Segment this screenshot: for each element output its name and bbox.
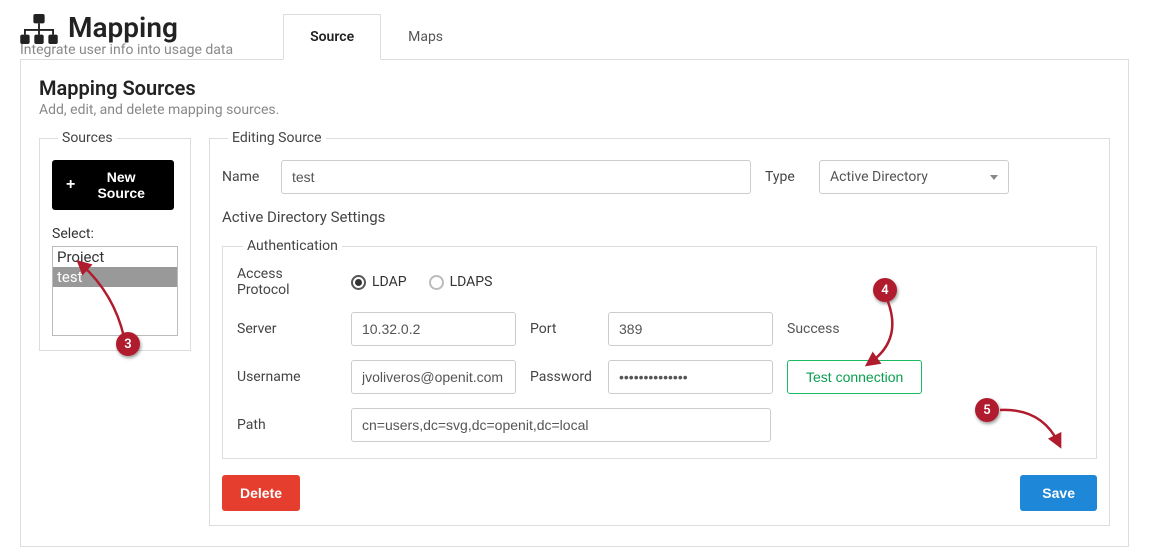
path-input[interactable] [351, 408, 771, 442]
page-subtitle: Integrate user info into usage data [20, 42, 233, 58]
radio-ldap-label: LDAP [372, 274, 407, 290]
username-input[interactable] [351, 360, 516, 394]
server-label: Server [237, 321, 337, 337]
tab-maps[interactable]: Maps [381, 14, 470, 60]
password-input[interactable] [608, 360, 773, 394]
sources-fieldset: Sources + New Source Select: Project tes… [39, 130, 191, 351]
page-title: Mapping [68, 11, 178, 44]
path-label: Path [237, 417, 337, 433]
name-input[interactable] [281, 160, 751, 194]
save-button[interactable]: Save [1020, 475, 1097, 511]
new-source-button[interactable]: + New Source [52, 160, 174, 210]
type-label: Type [765, 169, 805, 185]
tabs: Source Maps [283, 14, 470, 60]
editing-fieldset: Editing Source Name Type Active Director… [209, 130, 1110, 526]
name-label: Name [222, 169, 267, 185]
delete-button[interactable]: Delete [222, 475, 300, 511]
port-label: Port [530, 321, 594, 337]
section-title: Mapping Sources [39, 76, 1110, 100]
connection-status: Success [787, 321, 840, 337]
main-panel: Mapping Sources Add, edit, and delete ma… [20, 59, 1129, 547]
type-select[interactable]: Active Directory [819, 160, 1009, 194]
radio-ldap[interactable]: LDAP [351, 274, 407, 290]
tab-source[interactable]: Source [283, 14, 381, 60]
annotation-arrow-5 [996, 402, 1076, 462]
auth-fieldset: Authentication Access Protocol LDAP LDAP… [222, 238, 1097, 459]
annotation-badge-3: 3 [116, 332, 140, 356]
sitemap-icon [20, 14, 58, 44]
type-value: Active Directory [830, 169, 928, 185]
settings-heading: Active Directory Settings [222, 208, 1097, 226]
radio-ldaps-label: LDAPS [450, 274, 493, 290]
access-protocol-group: LDAP LDAPS [351, 274, 492, 290]
editing-legend: Editing Source [228, 130, 326, 146]
select-label: Select: [52, 226, 178, 242]
radio-ldaps[interactable]: LDAPS [429, 274, 493, 290]
port-input[interactable] [608, 312, 773, 346]
new-source-label: New Source [82, 169, 160, 201]
sources-legend: Sources [58, 130, 117, 146]
plus-icon: + [66, 176, 75, 194]
annotation-arrow-4 [863, 294, 923, 374]
server-input[interactable] [351, 312, 516, 346]
username-label: Username [237, 369, 337, 385]
auth-legend: Authentication [243, 238, 342, 254]
access-protocol-label: Access Protocol [237, 266, 337, 298]
caret-down-icon [990, 175, 998, 180]
section-subtitle: Add, edit, and delete mapping sources. [39, 102, 1110, 118]
password-label: Password [530, 369, 594, 385]
